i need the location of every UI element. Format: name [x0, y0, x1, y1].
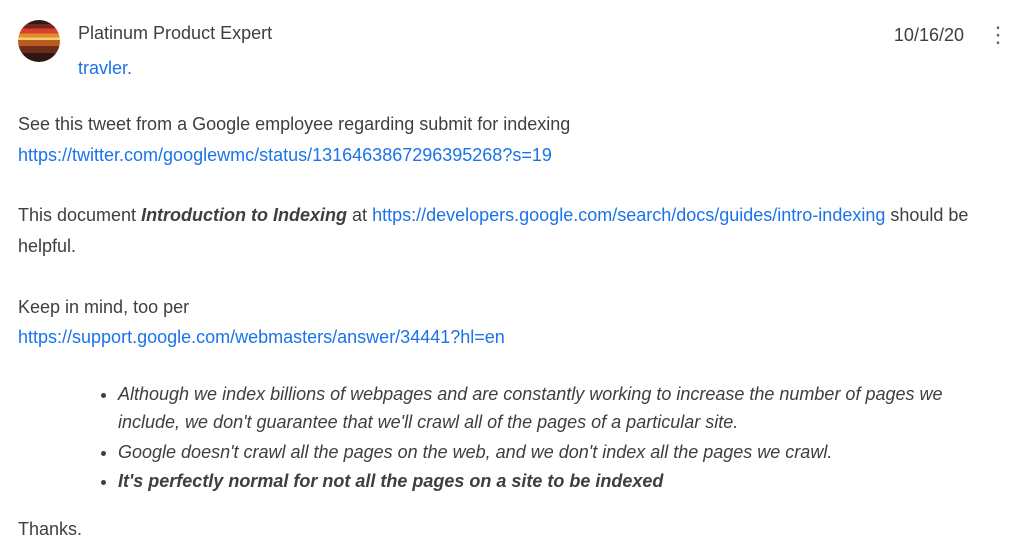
- user-role-badge: Platinum Product Expert: [78, 18, 876, 49]
- list-item: Although we index billions of webpages a…: [118, 381, 998, 437]
- post-header: Platinum Product Expert travler. 10/16/2…: [18, 18, 1006, 83]
- more-options-icon[interactable]: [982, 23, 1006, 47]
- user-block: Platinum Product Expert travler.: [78, 18, 876, 83]
- post-meta-right: 10/16/20: [894, 20, 1006, 51]
- quoted-bullet-list: Although we index billions of webpages a…: [118, 381, 998, 497]
- username-link[interactable]: travler.: [78, 53, 876, 84]
- doc-title: Introduction to Indexing: [141, 205, 347, 225]
- doc-line: This document Introduction to Indexing a…: [18, 200, 1006, 261]
- thanks-line: Thanks.: [18, 514, 1006, 545]
- tweet-link[interactable]: https://twitter.com/googlewmc/status/131…: [18, 145, 552, 165]
- doc-prefix: This document: [18, 205, 141, 225]
- post-date: 10/16/20: [894, 20, 964, 51]
- support-link[interactable]: https://support.google.com/webmasters/an…: [18, 327, 505, 347]
- intro-line: See this tweet from a Google employee re…: [18, 109, 1006, 140]
- list-item-bold: It's perfectly normal for not all the pa…: [118, 468, 998, 496]
- doc-link[interactable]: https://developers.google.com/search/doc…: [372, 205, 885, 225]
- keep-in-mind-line: Keep in mind, too per: [18, 292, 1006, 323]
- list-item: Google doesn't crawl all the pages on th…: [118, 439, 998, 467]
- avatar[interactable]: [18, 20, 60, 62]
- post-body: See this tweet from a Google employee re…: [18, 109, 1006, 545]
- doc-at: at: [347, 205, 372, 225]
